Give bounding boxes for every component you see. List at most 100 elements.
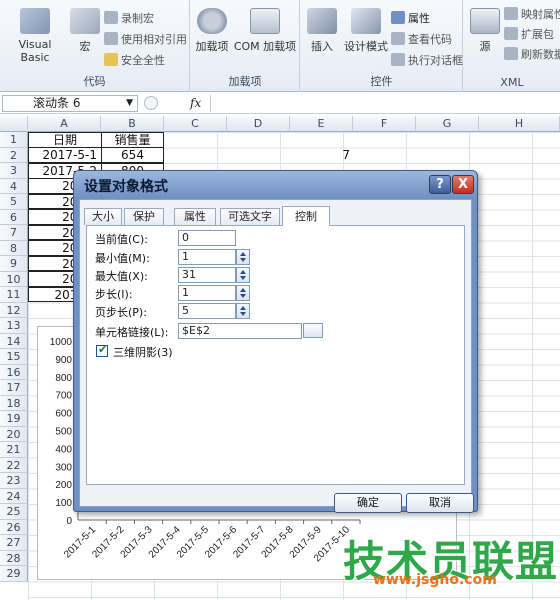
cancel-button[interactable]: 取消 [406, 493, 474, 513]
spinner-down-icon[interactable] [240, 294, 246, 298]
column-header[interactable]: F [353, 116, 416, 132]
column-header[interactable]: A [28, 116, 101, 132]
row-header[interactable]: 28 [0, 550, 28, 566]
com-addins-button[interactable]: COM 加载项 [233, 8, 297, 54]
min-value-spinner[interactable] [236, 249, 250, 265]
formula-expand-icon[interactable] [144, 96, 158, 110]
view-code-button[interactable]: 查看代码 [391, 31, 452, 48]
design-mode-button[interactable]: 设计模式 [341, 8, 391, 54]
column-header[interactable]: E [290, 116, 353, 132]
expansion-packs-button[interactable]: 扩展包 [504, 26, 554, 43]
cell-b2[interactable]: 654 [101, 147, 164, 163]
row-header[interactable]: 3 [0, 163, 28, 179]
spinner-up-icon[interactable] [240, 270, 246, 274]
spinner-up-icon[interactable] [240, 306, 246, 310]
cell-e2[interactable]: 7 [330, 148, 350, 164]
spinner-down-icon[interactable] [240, 258, 246, 262]
help-button[interactable]: ? [429, 175, 451, 194]
row-header[interactable]: 5 [0, 194, 28, 210]
max-value-input[interactable]: 31 [178, 267, 236, 283]
row-header[interactable]: 6 [0, 209, 28, 225]
row-header[interactable]: 19 [0, 411, 28, 427]
cell-a2[interactable]: 2017-5-1 [28, 147, 102, 163]
row-header[interactable]: 21 [0, 442, 28, 458]
range-select-icon[interactable] [303, 323, 323, 338]
row-header[interactable]: 1 [0, 132, 28, 148]
row-header[interactable]: 25 [0, 504, 28, 520]
row-header[interactable]: 12 [0, 302, 28, 318]
step-input[interactable]: 1 [178, 285, 236, 301]
row-header[interactable]: 10 [0, 271, 28, 287]
dialog-titlebar[interactable]: 设置对象格式 ? X [74, 171, 477, 198]
column-header[interactable]: H [479, 116, 560, 132]
row-header[interactable]: 23 [0, 473, 28, 489]
source-button[interactable]: 源 [470, 8, 500, 54]
row-header[interactable]: 17 [0, 380, 28, 396]
row-header[interactable]: 9 [0, 256, 28, 272]
tab-control[interactable]: 控制 [282, 206, 330, 226]
spinner-down-icon[interactable] [240, 276, 246, 280]
row-header[interactable]: 18 [0, 395, 28, 411]
record-macro-button[interactable]: 录制宏 [104, 10, 154, 27]
insert-control-button[interactable]: 插入 [305, 8, 339, 54]
y-tick-label: 700 [55, 391, 72, 402]
column-header[interactable]: B [101, 116, 164, 132]
row-header[interactable]: 20 [0, 426, 28, 442]
control-panel: 当前值(C): 0 最小值(M): 1 最大值(X): 31 步长(I): 1 … [86, 225, 465, 485]
cell-b1[interactable]: 销售量 [101, 132, 164, 148]
row-header[interactable]: 16 [0, 364, 28, 380]
visual-basic-button[interactable]: Visual Basic [4, 8, 66, 64]
row-header[interactable]: 13 [0, 318, 28, 334]
row-header[interactable]: 27 [0, 535, 28, 551]
min-value-input[interactable]: 1 [178, 249, 236, 265]
column-header[interactable]: C [164, 116, 227, 132]
row-header[interactable]: 14 [0, 333, 28, 349]
spinner-up-icon[interactable] [240, 252, 246, 256]
cell-link-input[interactable]: $E$2 [178, 323, 302, 339]
max-value-label: 最大值(X): [95, 270, 148, 283]
run-dialog-button[interactable]: 执行对话框 [391, 52, 463, 69]
macros-button[interactable]: 宏 [70, 8, 100, 54]
row-header[interactable]: 24 [0, 488, 28, 504]
max-value-spinner[interactable] [236, 267, 250, 283]
spinner-up-icon[interactable] [240, 288, 246, 292]
addins-button[interactable]: 加载项 [195, 8, 229, 54]
step-spinner[interactable] [236, 285, 250, 301]
relative-reference-button[interactable]: 使用相对引用 [104, 31, 187, 48]
tab-properties[interactable]: 属性 [174, 208, 216, 225]
row-header[interactable]: 26 [0, 519, 28, 535]
current-value-input[interactable]: 0 [178, 230, 236, 246]
close-button[interactable]: X [452, 175, 474, 194]
name-box[interactable]: 滚动条 6 ▼ [2, 95, 138, 112]
cell-a1[interactable]: 日期 [28, 132, 102, 148]
map-properties-button[interactable]: 映射属性 [504, 6, 560, 23]
properties-button[interactable]: 属性 [391, 10, 430, 27]
row-header[interactable]: 8 [0, 240, 28, 256]
tab-size[interactable]: 大小 [84, 208, 122, 225]
column-header[interactable]: D [227, 116, 290, 132]
3d-shading-label[interactable]: 三维阴影(3) [113, 344, 173, 360]
row-header[interactable]: 2 [0, 147, 28, 163]
3d-shading-checkbox[interactable] [96, 343, 108, 357]
function-icon[interactable]: fx [190, 96, 201, 110]
formula-input[interactable] [210, 95, 560, 112]
view-code-icon [391, 32, 405, 45]
page-step-input[interactable]: 5 [178, 303, 236, 319]
select-all-corner[interactable] [0, 116, 28, 132]
refresh-data-button[interactable]: 刷新数据 [504, 46, 560, 63]
column-header[interactable]: G [416, 116, 479, 132]
dialog-body: 大小 保护 属性 可选文字 控制 当前值(C): 0 最小值(M): 1 最大值… [79, 199, 474, 513]
tab-protection[interactable]: 保护 [124, 208, 164, 225]
tab-alt-text[interactable]: 可选文字 [220, 208, 280, 225]
row-header[interactable]: 15 [0, 349, 28, 365]
ok-button[interactable]: 确定 [334, 493, 402, 513]
page-step-spinner[interactable] [236, 303, 250, 319]
row-header[interactable]: 11 [0, 287, 28, 303]
row-header[interactable]: 22 [0, 457, 28, 473]
chevron-down-icon[interactable]: ▼ [126, 96, 133, 111]
row-header[interactable]: 4 [0, 178, 28, 194]
row-header[interactable]: 7 [0, 225, 28, 241]
row-header[interactable]: 29 [0, 566, 28, 582]
macro-security-button[interactable]: 安全全性 [104, 52, 165, 69]
spinner-down-icon[interactable] [240, 312, 246, 316]
